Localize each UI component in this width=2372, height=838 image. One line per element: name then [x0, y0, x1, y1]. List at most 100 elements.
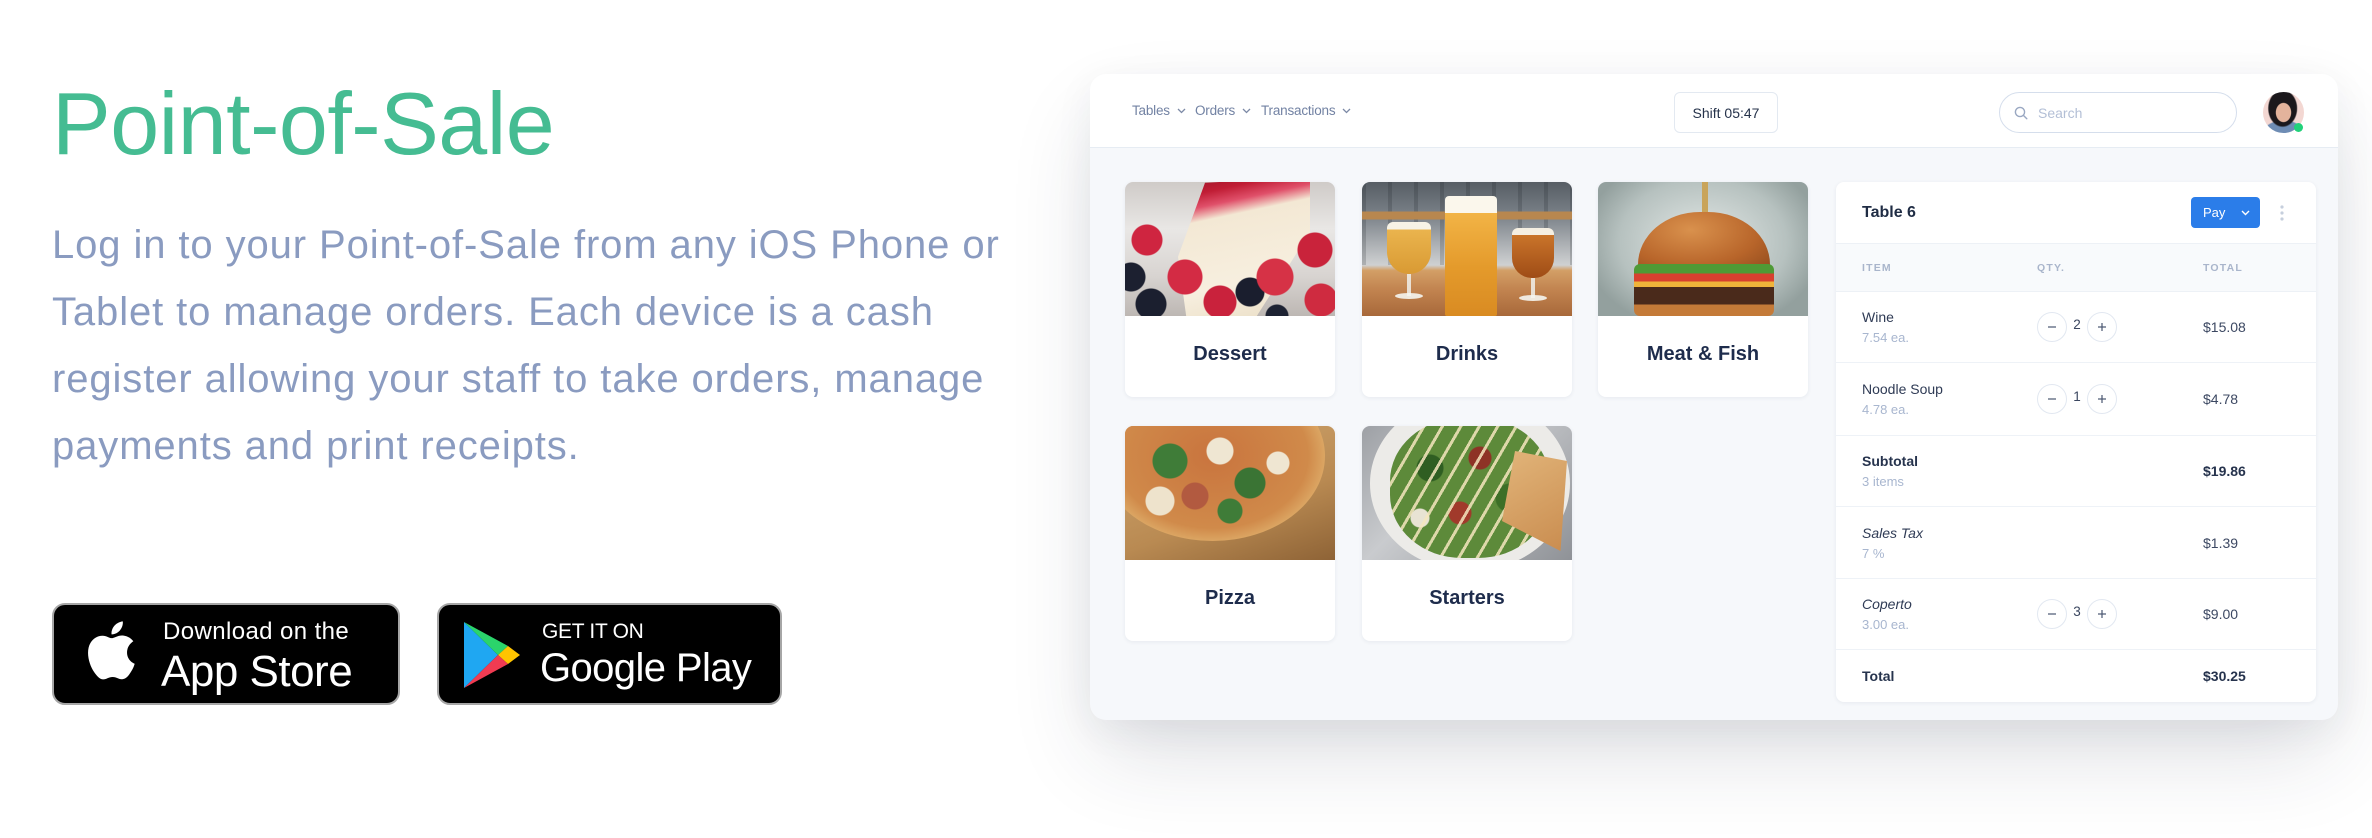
grand-total-label-group: Total — [1862, 668, 1894, 684]
minus-icon — [2048, 613, 2056, 615]
chevron-down-icon — [1242, 108, 1251, 113]
hero-description-line: Tablet to manage orders. Each device is … — [52, 290, 934, 334]
minus-icon — [2048, 326, 2056, 328]
decrease-qty-button[interactable] — [2037, 384, 2067, 414]
tax-row: Sales Tax 7 % $1.39 — [1836, 507, 2316, 579]
order-column-headers: ITEM QTY. TOTAL — [1836, 244, 2316, 292]
category-card-drinks[interactable]: Drinks — [1362, 182, 1572, 397]
cover-charge-row: Coperto 3.00 ea. 3 $9.00 — [1836, 579, 2316, 650]
image-detail — [1512, 228, 1554, 278]
app-header: Tables Orders Transactions Shift 05:47 — [1090, 74, 2338, 148]
increase-qty-button[interactable] — [2087, 599, 2117, 629]
subtotal-item-count: 3 items — [1862, 474, 1904, 489]
category-label: Drinks — [1435, 343, 1499, 365]
search-icon — [2014, 106, 2028, 120]
search-input[interactable] — [2038, 93, 2218, 132]
image-detail — [1519, 295, 1547, 301]
hero-title: Point-of-Sale — [52, 74, 555, 173]
item-unit-price: 7.54 ea. — [1862, 330, 1909, 345]
grand-total-row: Total $30.25 — [1836, 650, 2316, 702]
online-status-indicator — [2294, 123, 2303, 132]
chevron-down-icon — [1342, 108, 1351, 113]
order-panel: Table 6 Pay ITEM QTY. TOTAL Wine 7.54 ea… — [1836, 182, 2316, 702]
item-quantity: 2 — [2073, 316, 2081, 332]
category-label: Starters — [1429, 587, 1505, 609]
column-qty: QTY. — [2037, 262, 2066, 274]
subtotal-amount: $19.86 — [2203, 463, 2246, 479]
nav-orders[interactable]: Orders — [1195, 74, 1251, 147]
hero-description-line: register allowing your staff to take ord… — [52, 357, 985, 401]
category-card-pizza[interactable]: Pizza — [1125, 426, 1335, 641]
column-item: ITEM — [1862, 262, 1892, 274]
image-detail — [1125, 426, 1325, 541]
meat-fish-image — [1598, 182, 1808, 316]
image-detail — [1395, 293, 1423, 299]
category-label: Pizza — [1204, 587, 1256, 609]
nav-orders-label: Orders — [1195, 103, 1236, 118]
user-menu[interactable] — [2263, 92, 2304, 133]
image-detail — [1638, 212, 1770, 272]
order-line-item: Wine 7.54 ea. — [1862, 309, 1909, 345]
category-card-starters[interactable]: Starters — [1362, 426, 1572, 641]
minus-icon — [2048, 398, 2056, 400]
plus-icon — [2098, 395, 2106, 403]
category-label: Meat & Fish — [1646, 343, 1760, 365]
category-card-meat-fish[interactable]: Meat & Fish — [1598, 182, 1808, 397]
chevron-down-icon — [1177, 108, 1186, 113]
quantity-stepper: 2 — [2037, 312, 2117, 342]
more-options-icon[interactable] — [2278, 204, 2286, 222]
quantity-stepper: 3 — [2037, 599, 2117, 629]
image-detail — [1634, 264, 1774, 316]
cover-charge-quantity: 3 — [2073, 603, 2081, 619]
image-detail — [1125, 182, 1335, 316]
item-total: $4.78 — [2203, 391, 2239, 407]
order-line: Wine 7.54 ea. 2 $15.08 — [1836, 292, 2316, 363]
shift-timer-label: Shift 05:47 — [1692, 104, 1760, 121]
order-title: Table 6 — [1862, 204, 1916, 221]
category-label: Dessert — [1193, 343, 1267, 365]
plus-icon — [2098, 610, 2106, 618]
nav-tables[interactable]: Tables — [1132, 74, 1186, 147]
search-box[interactable] — [1999, 92, 2237, 133]
pay-button[interactable]: Pay — [2191, 197, 2260, 228]
google-play-badge[interactable]: GET IT ON Google Play — [437, 603, 782, 705]
cover-charge-total: $9.00 — [2203, 606, 2239, 622]
item-name: Wine — [1862, 309, 1894, 325]
apple-icon — [88, 621, 135, 680]
column-total: TOTAL — [2203, 262, 2244, 274]
grand-total-label: Total — [1862, 668, 1895, 684]
increase-qty-button[interactable] — [2087, 312, 2117, 342]
subtotal-row: Subtotal 3 items $19.86 — [1836, 436, 2316, 507]
cover-charge-label: Coperto — [1862, 596, 1912, 612]
app-store-caption: Download on the — [163, 618, 350, 645]
decrease-qty-button[interactable] — [2037, 312, 2067, 342]
item-unit-price: 4.78 ea. — [1862, 402, 1909, 417]
item-total: $15.08 — [2203, 319, 2246, 335]
app-store-badge[interactable]: Download on the App Store — [52, 603, 400, 705]
nav-transactions-label: Transactions — [1261, 103, 1336, 118]
cover-charge-unit-price: 3.00 ea. — [1862, 617, 1909, 632]
starters-image — [1362, 426, 1572, 560]
image-detail — [1387, 222, 1431, 274]
pay-button-label: Pay — [2203, 205, 2226, 220]
subtotal-label: Subtotal — [1862, 453, 1918, 469]
google-play-icon — [464, 622, 520, 688]
hero-description-line: Log in to your Point-of-Sale from any iO… — [52, 223, 1000, 267]
increase-qty-button[interactable] — [2087, 384, 2117, 414]
grand-total-amount: $30.25 — [2203, 668, 2246, 684]
hero-description: Log in to your Point-of-Sale from any iO… — [52, 212, 1000, 480]
quantity-stepper: 1 — [2037, 384, 2117, 414]
tax-rate: 7 % — [1862, 545, 1885, 561]
plus-icon — [2098, 323, 2106, 331]
item-quantity: 1 — [2073, 388, 2081, 404]
dessert-image — [1125, 182, 1335, 316]
google-play-label: Google Play — [540, 646, 752, 690]
category-card-dessert[interactable]: Dessert — [1125, 182, 1335, 397]
nav-transactions[interactable]: Transactions — [1261, 74, 1351, 147]
shift-timer[interactable]: Shift 05:47 — [1674, 92, 1778, 133]
order-header: Table 6 Pay — [1836, 182, 2316, 244]
decrease-qty-button[interactable] — [2037, 599, 2067, 629]
nav-tables-label: Tables — [1132, 103, 1170, 118]
app-store-label: App Store — [161, 647, 353, 696]
chevron-down-icon — [2241, 210, 2250, 216]
